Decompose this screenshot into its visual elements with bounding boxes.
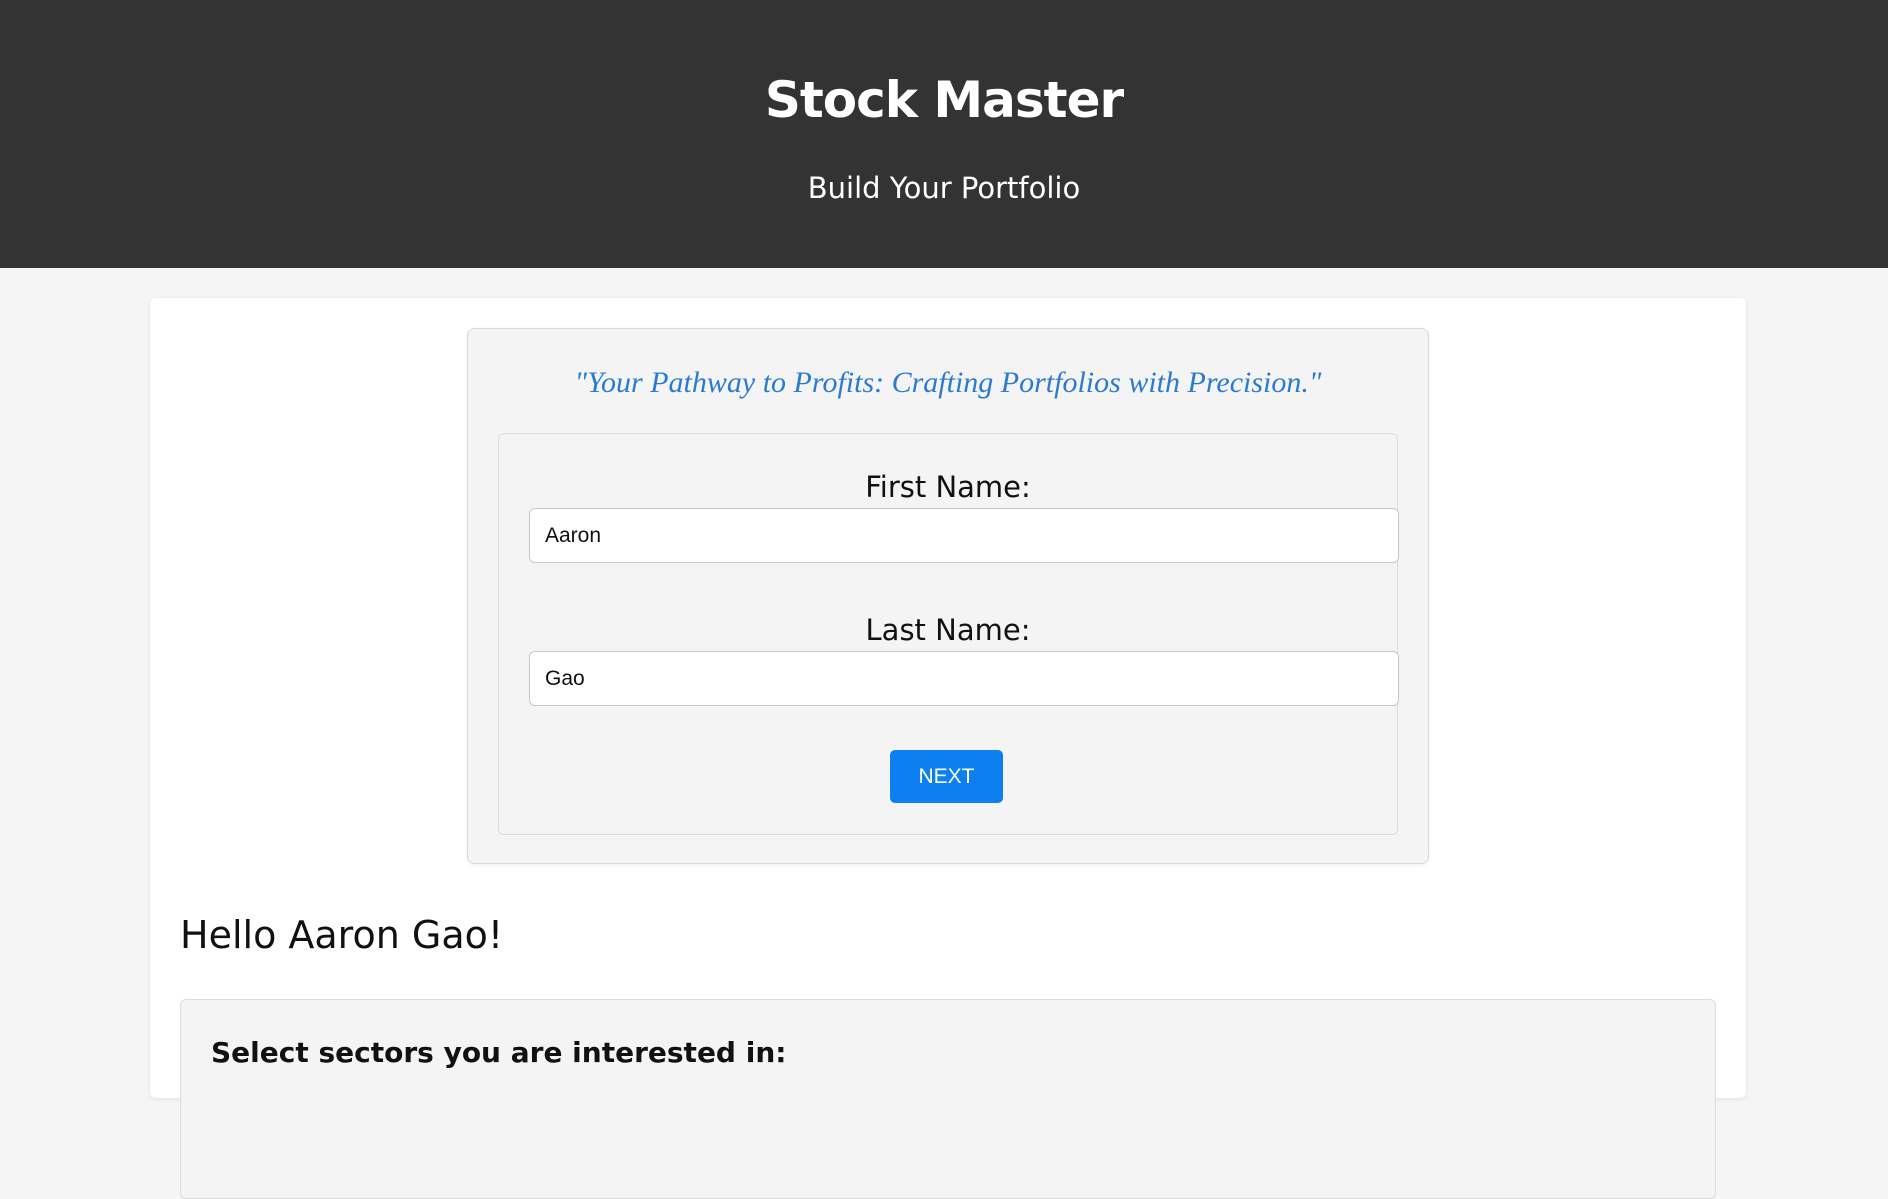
first-name-label: First Name: — [865, 470, 1031, 504]
last-name-input[interactable] — [529, 651, 1399, 706]
site-subtitle: Build Your Portfolio — [807, 171, 1081, 205]
next-button[interactable]: NEXT — [890, 750, 1003, 803]
name-form-card: "Your Pathway to Profits: Crafting Portf… — [467, 328, 1429, 864]
main-panel: "Your Pathway to Profits: Crafting Portf… — [150, 298, 1746, 1199]
site-header: Stock Master Build Your Portfolio — [0, 0, 1888, 268]
last-name-label: Last Name: — [865, 613, 1031, 647]
tagline: "Your Pathway to Profits: Crafting Portf… — [574, 366, 1322, 399]
greeting-text: Hello Aaron Gao! — [180, 913, 504, 957]
site-title: Stock Master — [764, 71, 1124, 129]
name-fields-box: First Name: Last Name: NEXT — [498, 433, 1399, 835]
sectors-box: Select sectors you are interested in: — [180, 999, 1716, 1199]
sectors-heading: Select sectors you are interested in: — [211, 1036, 787, 1069]
first-name-input[interactable] — [529, 508, 1399, 563]
